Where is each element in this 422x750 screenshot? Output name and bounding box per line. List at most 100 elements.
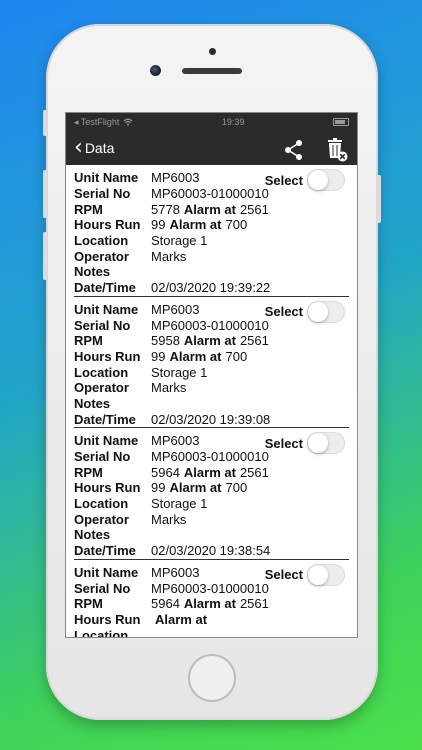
select-toggle[interactable] (307, 300, 345, 323)
alarm-value: 2561 (239, 464, 269, 480)
hours-run-row: Hours Run 99 Alarm at 700 (74, 480, 349, 496)
hours-run-label: Hours Run (74, 480, 141, 496)
serial-no-value: MP60003-01000010 (151, 449, 269, 465)
rpm-label: RPM (74, 464, 103, 480)
operator-label: Operator (74, 511, 129, 527)
nav-actions (283, 137, 349, 163)
select-toggle[interactable] (307, 563, 345, 586)
location-label: Location (74, 364, 129, 380)
hours-run-row: Hours Run Alarm at (74, 612, 349, 628)
datetime-row: Date/Time 02/03/2020 19:39:22 (74, 280, 349, 296)
notes-row: Notes (74, 264, 349, 280)
notes-label: Notes (74, 527, 111, 543)
unit-name-value: MP6003 (151, 433, 200, 449)
location-label: Location (74, 233, 129, 249)
rpm-row: RPM 5964 Alarm at 2561 (74, 596, 349, 612)
nav-bar: ‹ Data (66, 131, 357, 165)
alarm-at-label: Alarm at (183, 333, 236, 349)
unit-name-value: MP6003 (151, 301, 200, 317)
alarm-at-label: Alarm at (169, 217, 222, 233)
select-control: Select (265, 300, 345, 323)
toggle-knob (308, 433, 328, 453)
rpm-label: RPM (74, 596, 103, 612)
record-card[interactable]: Unit Name MP6003 Serial No MP60003-01000010… (74, 428, 349, 560)
select-control: Select (265, 169, 345, 191)
power-button (377, 175, 381, 223)
datetime-label: Date/Time (74, 543, 136, 559)
operator-value: Marks (151, 248, 187, 264)
alarm-value: 700 (225, 480, 248, 496)
location-value: Storage 1 (151, 233, 208, 249)
carrier-label: ◂ TestFlight (74, 116, 120, 127)
toggle-knob (308, 564, 328, 585)
battery-icon (333, 118, 349, 126)
select-label: Select (264, 567, 303, 582)
operator-label: Operator (74, 248, 129, 264)
records-list[interactable]: Unit Name MP6003 Serial No MP60003-01000010… (66, 165, 357, 638)
notes-label: Notes (74, 395, 111, 411)
back-label: Data (84, 140, 115, 156)
toggle-knob (308, 301, 328, 322)
location-value: Storage 1 (151, 364, 208, 380)
wifi-icon (123, 118, 133, 126)
hours-run-value: 99 (151, 480, 166, 496)
chevron-left-icon: ‹ (74, 135, 83, 160)
front-camera (150, 65, 161, 76)
alarm-value: 700 (225, 348, 248, 364)
sensor-dot (209, 48, 216, 55)
notes-label: Notes (74, 264, 111, 280)
select-toggle[interactable] (307, 432, 345, 454)
share-icon[interactable] (283, 139, 305, 161)
rpm-value: 5964 (151, 596, 180, 612)
operator-value: Marks (151, 511, 187, 527)
status-bar: ◂ TestFlight 19:39 (66, 113, 357, 131)
app-screen: ◂ TestFlight 19:39 ‹ Data Unit Name MP60… (65, 112, 358, 638)
notes-row: Notes (74, 396, 349, 412)
operator-row: Operator Marks (74, 380, 349, 396)
select-toggle[interactable] (307, 169, 345, 191)
toggle-knob (308, 170, 328, 190)
alarm-value: 2561 (239, 333, 269, 349)
hours-run-value: 99 (151, 348, 166, 364)
hours-run-label: Hours Run (74, 611, 141, 627)
datetime-value: 02/03/2020 19:38:54 (151, 543, 271, 559)
datetime-label: Date/Time (74, 280, 136, 296)
rpm-value: 5964 (151, 464, 180, 480)
status-left: ◂ TestFlight (74, 117, 133, 128)
alarm-value: 2561 (239, 201, 269, 217)
location-label: Location (74, 627, 129, 638)
alarm-at-label: Alarm at (169, 480, 222, 496)
serial-no-label: Serial No (74, 449, 131, 465)
select-control: Select (264, 563, 345, 586)
hours-run-value: 99 (151, 217, 166, 233)
home-button[interactable] (188, 654, 236, 702)
rpm-row: RPM 5778 Alarm at 2561 (74, 201, 349, 217)
notes-row: Notes (74, 527, 349, 543)
unit-name-label: Unit Name (74, 564, 139, 580)
select-control: Select (265, 432, 345, 454)
record-card[interactable]: Unit Name MP6003 Serial No MP60003-01000010… (74, 560, 349, 638)
unit-name-label: Unit Name (74, 301, 139, 317)
rpm-row: RPM 5964 Alarm at 2561 (74, 464, 349, 480)
datetime-row: Date/Time 02/03/2020 19:39:08 (74, 411, 349, 427)
serial-no-value: MP60003-01000010 (151, 580, 269, 596)
datetime-value: 02/03/2020 19:39:08 (151, 411, 271, 427)
record-card[interactable]: Unit Name MP6003 Serial No MP60003-01000010… (74, 165, 349, 297)
unit-name-value: MP6003 (151, 170, 200, 186)
serial-no-label: Serial No (74, 580, 131, 596)
volume-down-button (43, 232, 47, 280)
datetime-label: Date/Time (74, 411, 136, 427)
trash-delete-icon[interactable] (325, 137, 349, 163)
location-label: Location (74, 496, 129, 512)
select-label: Select (264, 172, 303, 188)
record-card[interactable]: Unit Name MP6003 Serial No MP60003-01000010… (74, 297, 349, 428)
back-button[interactable]: ‹ Data (74, 137, 114, 159)
alarm-at-label: Alarm at (183, 596, 236, 612)
operator-value: Marks (151, 380, 187, 396)
operator-row: Operator Marks (74, 248, 349, 264)
serial-no-label: Serial No (74, 317, 131, 333)
location-row: Location (74, 627, 349, 638)
alarm-at-label: Alarm at (183, 201, 236, 217)
alarm-value: 2561 (239, 596, 269, 612)
serial-no-label: Serial No (74, 186, 131, 202)
